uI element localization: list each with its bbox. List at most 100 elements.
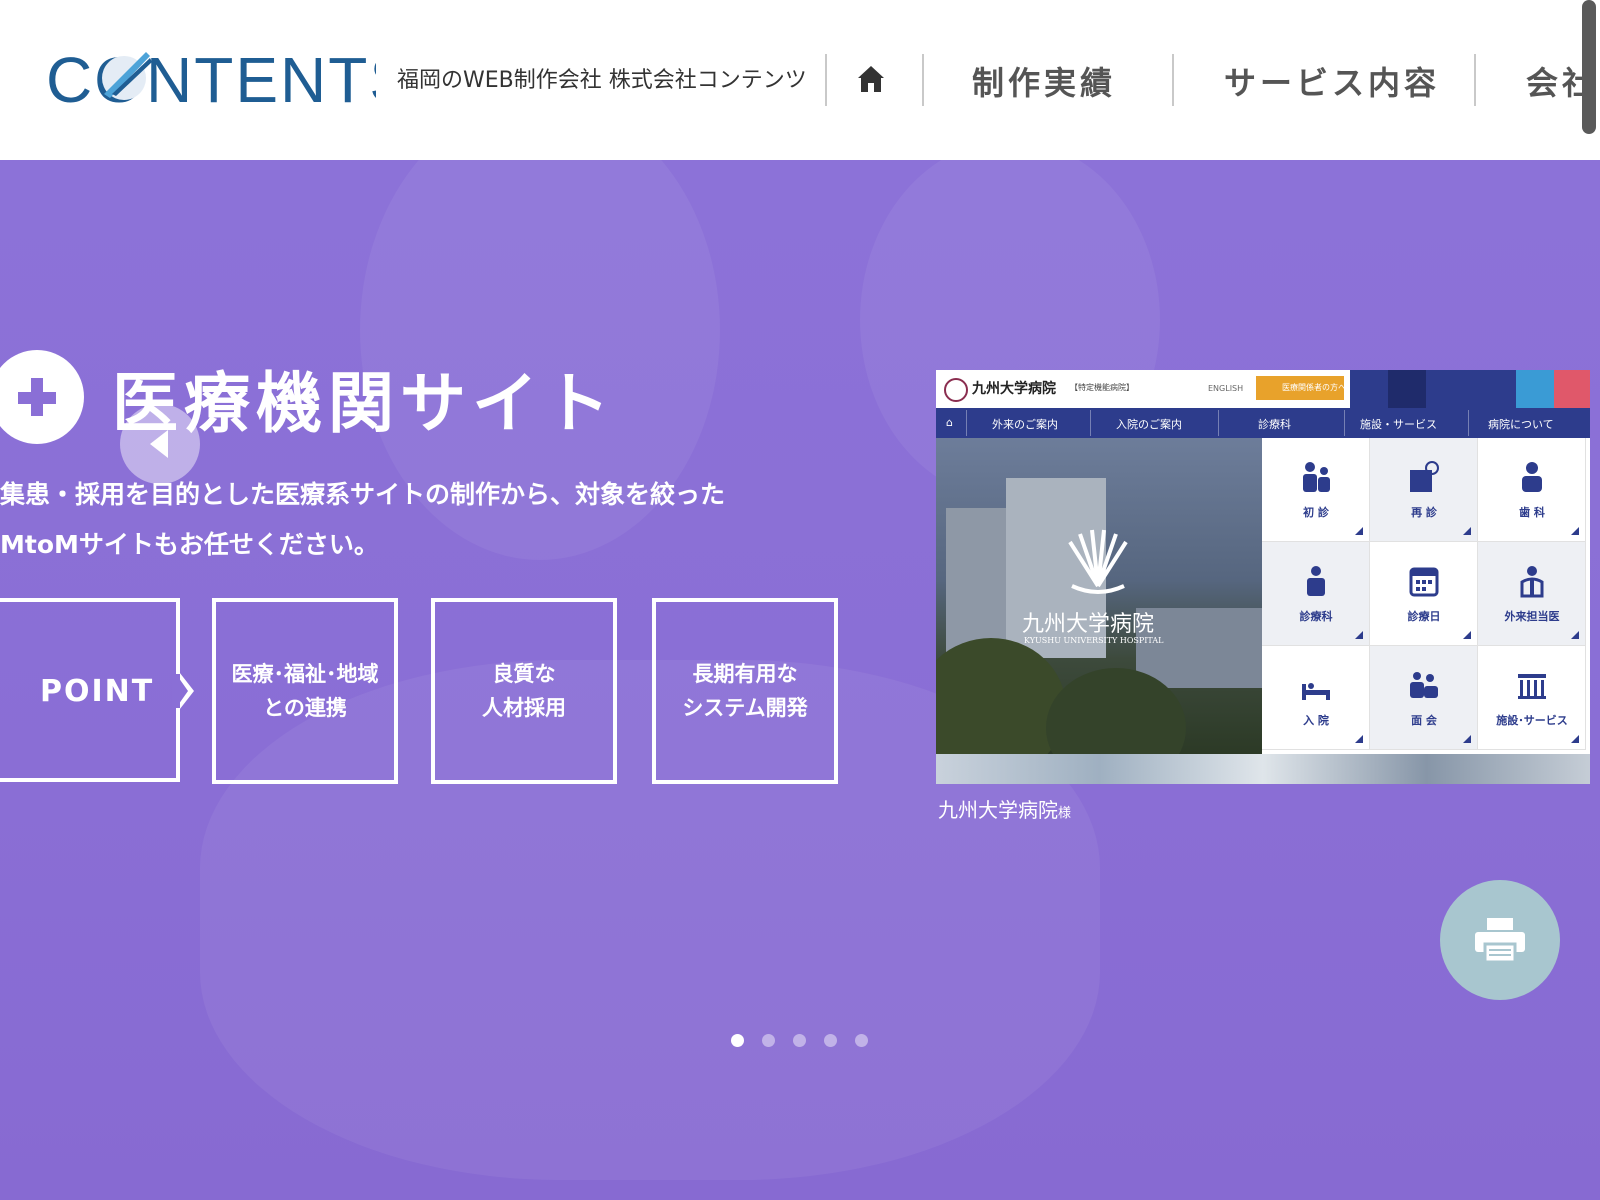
mockup-tile-label: 外来担当医 bbox=[1504, 610, 1560, 623]
mockup-nav-divider bbox=[966, 410, 967, 436]
mockup-nav-divider bbox=[1468, 410, 1469, 436]
corner-arrow-icon bbox=[1463, 735, 1471, 743]
corner-arrow-icon bbox=[1571, 735, 1579, 743]
site-tagline: 福岡のWEB制作会社 株式会社コンテンツ bbox=[397, 68, 807, 93]
corner-arrow-icon bbox=[1571, 631, 1579, 639]
slider-dot[interactable] bbox=[855, 1034, 868, 1047]
mockup-tile: 施設･サービス bbox=[1478, 646, 1586, 750]
mockup-tile-label: 再 診 bbox=[1411, 506, 1437, 519]
mockup-nav-item: 施設・サービス bbox=[1360, 418, 1437, 431]
nav-works[interactable]: 制作実績 bbox=[972, 58, 1116, 104]
revisit-icon bbox=[1410, 461, 1439, 492]
mockup-tile: 再 診 bbox=[1370, 438, 1478, 542]
corner-arrow-icon bbox=[1355, 527, 1363, 535]
caption-client-name: 九州大学病院 bbox=[938, 798, 1058, 822]
slider-dot[interactable] bbox=[731, 1034, 744, 1047]
hospital-photo: 九州大学病院 KYUSHU UNIVERSITY HOSPITAL bbox=[936, 438, 1262, 754]
mockup-tile: 診療科 bbox=[1262, 542, 1370, 646]
feature-line: 医療･福祉･地域 bbox=[231, 662, 379, 686]
mockup-tile: 外来担当医 bbox=[1478, 542, 1586, 646]
corner-arrow-icon bbox=[1463, 631, 1471, 639]
mockup-professional-button: 医療関係者の方へ bbox=[1256, 376, 1346, 400]
slider-dot[interactable] bbox=[824, 1034, 837, 1047]
university-seal-icon bbox=[944, 378, 968, 402]
scrollbar-thumb[interactable] bbox=[1582, 0, 1596, 134]
mockup-nav: ⌂ 外来のご案内 入院のご案内 診療科 施設・サービス 病院について bbox=[936, 408, 1590, 438]
pin-icon bbox=[1516, 370, 1554, 408]
mockup-photo-strip bbox=[936, 754, 1590, 784]
feature-line: 長期有用な bbox=[692, 662, 798, 686]
first-visit-icon bbox=[1303, 462, 1330, 492]
header-divider bbox=[1474, 54, 1476, 106]
feature-box: 良質な 人材採用 bbox=[431, 598, 617, 784]
slider-pagination bbox=[731, 1034, 868, 1048]
mockup-tile-label: 診療日 bbox=[1407, 610, 1441, 623]
font-size-icon bbox=[1388, 370, 1426, 408]
mockup-site-name: 九州大学病院 bbox=[972, 381, 1056, 397]
access-icon bbox=[1554, 370, 1590, 408]
mockup-tile-label: 診療科 bbox=[1299, 610, 1333, 623]
slider-dot[interactable] bbox=[762, 1034, 775, 1047]
mockup-badge: 【特定機能病院】 bbox=[1070, 383, 1134, 392]
mockup-nav-divider bbox=[1090, 410, 1091, 436]
feature-line: システム開発 bbox=[682, 696, 808, 720]
mockup-english-link: ENGLISH bbox=[1208, 384, 1244, 393]
mockup-nav-divider bbox=[1218, 410, 1219, 436]
mockup-nav-item: 入院のご案内 bbox=[1116, 418, 1182, 431]
feature-box: 長期有用な システム開発 bbox=[652, 598, 838, 784]
hero-slider: 医療機関サイト 集患・採用を目的とした医療系サイトの制作から、対象を絞った Mt… bbox=[0, 160, 1600, 1200]
hospital-emblem-icon bbox=[1068, 529, 1128, 594]
calendar-icon bbox=[1409, 567, 1439, 597]
mockup-nav-item: 病院について bbox=[1488, 418, 1554, 431]
print-button[interactable] bbox=[1440, 880, 1560, 1000]
mockup-nav-divider bbox=[1344, 410, 1345, 436]
doctor-icon bbox=[1520, 566, 1544, 598]
printer-icon bbox=[1475, 918, 1525, 964]
corner-arrow-icon bbox=[1463, 527, 1471, 535]
corner-arrow-icon bbox=[1355, 631, 1363, 639]
mockup-nav-item: 外来のご案内 bbox=[992, 418, 1058, 431]
home-icon[interactable] bbox=[856, 64, 886, 94]
header-divider bbox=[1172, 54, 1174, 106]
mockup-tile: 入 院 bbox=[1262, 646, 1370, 750]
feature-box: 医療･福祉･地域 との連携 bbox=[212, 598, 398, 784]
facility-icon bbox=[1518, 674, 1546, 699]
mockup-tile: 診療日 bbox=[1370, 542, 1478, 646]
chevron-left-icon bbox=[150, 430, 168, 458]
mockup-tile: 初 診 bbox=[1262, 438, 1370, 542]
corner-arrow-icon bbox=[1355, 735, 1363, 743]
header-divider bbox=[922, 54, 924, 106]
nav-services[interactable]: サービス内容 bbox=[1224, 58, 1440, 104]
mockup-tile: 歯 科 bbox=[1478, 438, 1586, 542]
site-header: CONTENTS 福岡のWEB制作会社 株式会社コンテンツ 制作実績 サービス内… bbox=[0, 0, 1600, 160]
mockup-tile-label: 歯 科 bbox=[1519, 506, 1545, 519]
home-icon: ⌂ bbox=[946, 416, 953, 429]
mockup-caption: 九州大学病院様 bbox=[938, 794, 1071, 823]
department-icon bbox=[1307, 566, 1325, 596]
header-divider bbox=[825, 54, 827, 106]
search-icon bbox=[1350, 370, 1388, 408]
visitors-icon bbox=[1410, 672, 1438, 698]
feature-line: との連携 bbox=[263, 696, 347, 720]
mockup-photo-subtitle: KYUSHU UNIVERSITY HOSPITAL bbox=[1024, 636, 1164, 645]
mockup-header: 九州大学病院 【特定機能病院】 ENGLISH 医療関係者の方へ bbox=[936, 370, 1590, 408]
caption-honorific: 様 bbox=[1058, 806, 1072, 821]
hero-description: 集患・採用を目的とした医療系サイトの制作から、対象を絞った MtoMサイトもお任… bbox=[0, 470, 800, 570]
svg-text:CONTENTS: CONTENTS bbox=[46, 44, 376, 112]
mockup-tile-label: 初 診 bbox=[1303, 506, 1329, 519]
medical-plus-icon bbox=[0, 350, 84, 444]
mockup-tile-label: 施設･サービス bbox=[1496, 714, 1568, 727]
hero-description-line: MtoMサイトもお任せください。 bbox=[0, 530, 379, 559]
point-label: POINT bbox=[40, 674, 155, 709]
mockup-tile-label: 面 会 bbox=[1411, 714, 1437, 727]
slider-dot[interactable] bbox=[793, 1034, 806, 1047]
text-size-selector bbox=[1426, 370, 1516, 408]
bed-icon bbox=[1302, 683, 1330, 700]
feature-line: 人材採用 bbox=[482, 696, 566, 720]
point-arrow-icon bbox=[172, 668, 194, 714]
contents-logo[interactable]: CONTENTS bbox=[46, 42, 376, 112]
dental-icon bbox=[1522, 462, 1542, 492]
mockup-photo-title: 九州大学病院 bbox=[1022, 612, 1155, 637]
site-mockup-screenshot[interactable]: 九州大学病院 【特定機能病院】 ENGLISH 医療関係者の方へ ⌂ 外来のご案… bbox=[936, 370, 1590, 784]
prev-slide-button[interactable] bbox=[120, 404, 200, 484]
